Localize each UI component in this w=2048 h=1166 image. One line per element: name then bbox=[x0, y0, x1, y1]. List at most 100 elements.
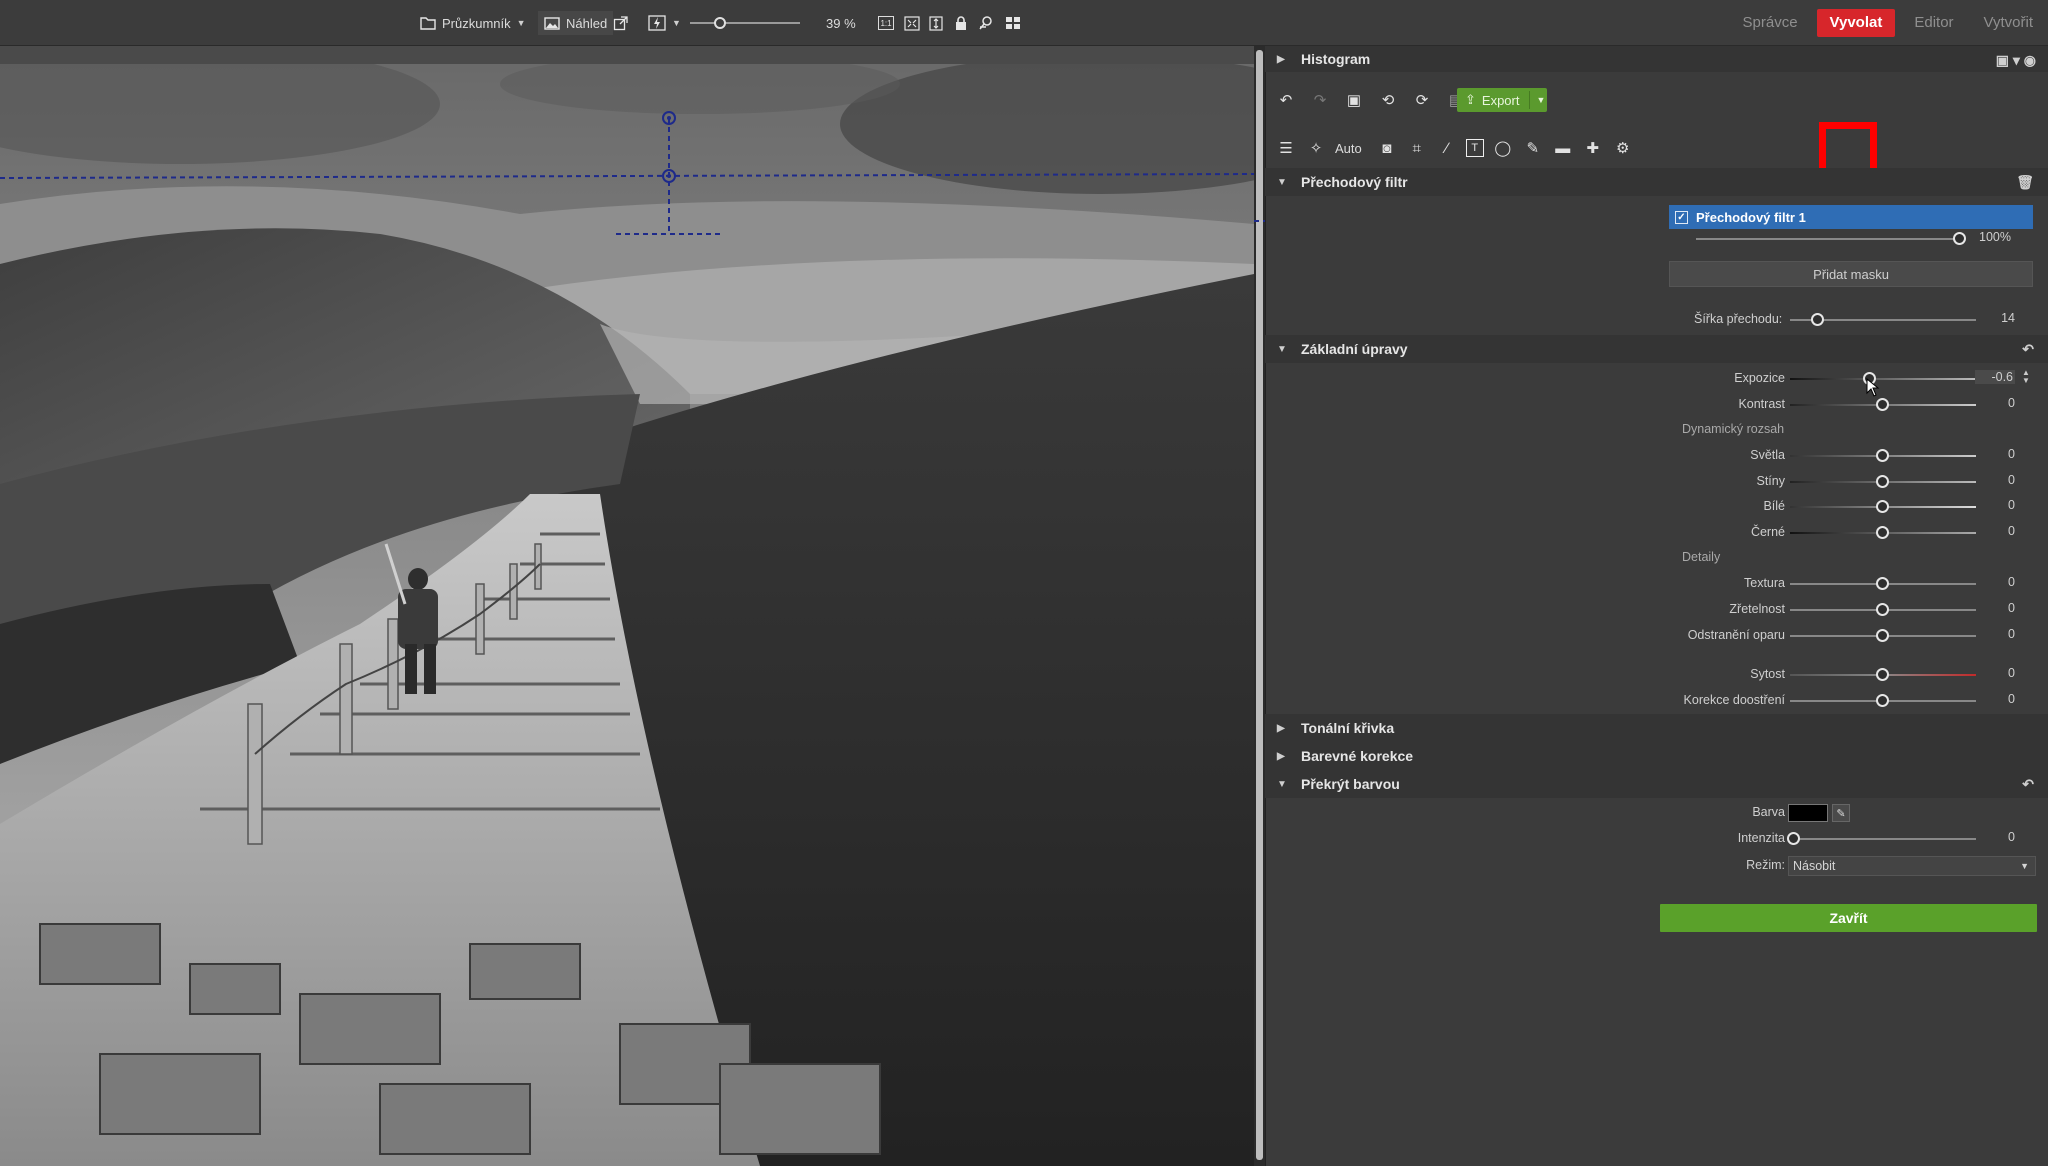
transition-width-knob[interactable] bbox=[1811, 313, 1824, 326]
color-swatch[interactable] bbox=[1788, 804, 1828, 822]
filter-item-1[interactable]: ✓ Přechodový filtr 1 bbox=[1669, 205, 2033, 229]
highlights-value: 0 bbox=[2008, 447, 2015, 461]
filter-opacity-track[interactable] bbox=[1696, 238, 1961, 240]
redo-icon[interactable]: ↷ bbox=[1309, 89, 1331, 111]
gradient-filter-header[interactable]: ▼ Přechodový filtr 🗑 bbox=[1265, 168, 2048, 196]
zoom-slider-track[interactable] bbox=[690, 22, 800, 24]
color-corrections-header[interactable]: ▶ Barevné korekce bbox=[1265, 742, 2048, 770]
zoom-slider-knob[interactable] bbox=[714, 17, 726, 29]
quick-fix-button[interactable]: ▼ bbox=[648, 11, 681, 35]
ruler-icon[interactable]: ∕ bbox=[1436, 137, 1458, 159]
highlights-knob[interactable] bbox=[1876, 449, 1889, 462]
fit-screen-button[interactable] bbox=[904, 11, 920, 35]
settings-gear-icon[interactable]: ⚙ bbox=[1612, 137, 1634, 159]
filter-checkbox[interactable]: ✓ bbox=[1675, 210, 1688, 224]
dehaze-row: Odstranění oparu bbox=[1665, 626, 1785, 646]
folder-icon bbox=[420, 16, 436, 30]
shadows-value: 0 bbox=[2008, 473, 2015, 487]
magnifier-icon bbox=[978, 15, 994, 31]
gradient-section-title: Přechodový filtr bbox=[1301, 174, 1408, 190]
exposure-value[interactable]: -0.6 bbox=[1975, 370, 2015, 384]
export-button[interactable]: ⇪ Export ▼ bbox=[1457, 88, 1547, 112]
filter-opacity-knob[interactable] bbox=[1953, 232, 1966, 245]
histogram-header[interactable]: ▶ Histogram ▣ ▾ ◉ bbox=[1265, 46, 2048, 72]
intensity-row: Intenzita bbox=[1665, 829, 1785, 849]
browser-button[interactable]: Průzkumník ▼ bbox=[420, 11, 526, 35]
blend-mode-select[interactable]: Násobit ▼ bbox=[1788, 856, 2036, 876]
rotate-right-icon[interactable]: ⟳ bbox=[1411, 89, 1433, 111]
tab-spravce[interactable]: Správce bbox=[1728, 9, 1813, 37]
clarity-knob[interactable] bbox=[1876, 603, 1889, 616]
sharpen-value: 0 bbox=[2008, 692, 2015, 706]
exposure-track[interactable] bbox=[1790, 378, 1976, 380]
histogram-title: Histogram bbox=[1301, 51, 1371, 67]
zoom-tool-button[interactable] bbox=[978, 11, 994, 35]
tone-curve-header[interactable]: ▶ Tonální křivka bbox=[1265, 714, 2048, 742]
saturation-knob[interactable] bbox=[1876, 668, 1889, 681]
blend-mode-value: Násobit bbox=[1793, 859, 1836, 873]
auto-button[interactable]: Auto bbox=[1335, 141, 1362, 156]
close-button[interactable]: Zavřít bbox=[1660, 904, 2037, 932]
chevron-down-icon: ▼ bbox=[1277, 343, 1287, 355]
undo-icon[interactable]: ↶ bbox=[1275, 89, 1297, 111]
histogram-settings[interactable]: ▣ ▾ ◉ bbox=[1996, 52, 2036, 69]
export-label: Export bbox=[1481, 92, 1520, 108]
crop-icon[interactable]: ⌗ bbox=[1406, 137, 1428, 159]
adjust-icon[interactable]: ☰ bbox=[1275, 137, 1297, 159]
exposure-row: Expozice bbox=[1665, 369, 1785, 389]
lock-button[interactable] bbox=[954, 11, 968, 35]
sharpen-knob[interactable] bbox=[1876, 694, 1889, 707]
trash-icon[interactable]: 🗑 bbox=[2016, 174, 2034, 191]
texture-knob[interactable] bbox=[1876, 577, 1889, 590]
fit-height-icon bbox=[929, 15, 943, 31]
fit-height-button[interactable] bbox=[929, 11, 943, 35]
lock-icon bbox=[954, 15, 968, 31]
gradient-filter-icon[interactable]: T bbox=[1465, 139, 1484, 157]
eraser-icon[interactable]: ▬ bbox=[1552, 137, 1574, 159]
rotate-left-icon[interactable]: ⟲ bbox=[1377, 89, 1399, 111]
magic-wand-icon[interactable]: ✧ bbox=[1305, 137, 1327, 159]
photo-viewer bbox=[0, 46, 1265, 1166]
reset-icon[interactable]: ↶ bbox=[2022, 341, 2034, 358]
edit-toolbar: ↶ ↷ ▣ ⟲ ⟳ ▤ ☰ ⇪ Export ▼ bbox=[1265, 88, 2048, 114]
photo-canvas[interactable] bbox=[0, 64, 1254, 1166]
reset-icon[interactable]: ↶ bbox=[2022, 776, 2034, 793]
zoom-label: 39 % bbox=[826, 15, 856, 31]
shadows-row: Stíny bbox=[1665, 472, 1786, 492]
intensity-knob[interactable] bbox=[1787, 832, 1800, 845]
tab-editor[interactable]: Editor bbox=[1899, 9, 1968, 37]
zoom-1-1-button[interactable]: 1:1 bbox=[878, 11, 894, 35]
contrast-knob[interactable] bbox=[1876, 398, 1889, 411]
layout-button[interactable] bbox=[1005, 11, 1021, 35]
viewer-scrollbar[interactable] bbox=[1254, 46, 1265, 1166]
exposure-label: Expozice bbox=[1734, 371, 1785, 385]
exposure-stepper[interactable]: ▲ ▼ bbox=[2022, 369, 2030, 385]
tab-vyvolat[interactable]: Vyvolat bbox=[1816, 9, 1896, 37]
preview-button[interactable]: Náhled bbox=[538, 11, 614, 35]
contrast-value: 0 bbox=[2008, 396, 2015, 410]
mode-label: Režim: bbox=[1746, 858, 1785, 872]
basic-adjustments-header[interactable]: ▼ Základní úpravy ↶ bbox=[1265, 335, 2048, 363]
radial-filter-icon[interactable]: ◯ bbox=[1492, 137, 1514, 159]
color-overlay-header[interactable]: ▼ Překrýt barvou ↶ bbox=[1265, 770, 2048, 798]
image-icon[interactable]: ▣ bbox=[1343, 89, 1365, 111]
healing-icon[interactable]: ✚ bbox=[1582, 137, 1604, 159]
tab-vytvorit[interactable]: Vytvořit bbox=[1969, 9, 2048, 37]
eyedropper-icon[interactable]: ✎ bbox=[1832, 804, 1850, 822]
image-icon bbox=[544, 16, 560, 30]
blacks-knob[interactable] bbox=[1876, 526, 1889, 539]
chevron-down-icon: ▼ bbox=[672, 18, 681, 28]
shadows-knob[interactable] bbox=[1876, 475, 1889, 488]
dehaze-knob[interactable] bbox=[1876, 629, 1889, 642]
clarity-label: Zřetelnost bbox=[1729, 602, 1785, 616]
intensity-track[interactable] bbox=[1790, 838, 1976, 840]
add-mask-button[interactable]: Přidat masku bbox=[1669, 261, 2033, 287]
gradient-filter-overlay[interactable] bbox=[0, 64, 1254, 1166]
saturation-value: 0 bbox=[2008, 666, 2015, 680]
highlights-row: Světla bbox=[1665, 446, 1785, 466]
camera-icon[interactable]: ◙ bbox=[1376, 137, 1398, 159]
brush-icon[interactable]: ✎ bbox=[1522, 137, 1544, 159]
whites-knob[interactable] bbox=[1876, 500, 1889, 513]
whites-label: Bílé bbox=[1763, 499, 1785, 513]
external-open-button[interactable] bbox=[613, 11, 628, 35]
